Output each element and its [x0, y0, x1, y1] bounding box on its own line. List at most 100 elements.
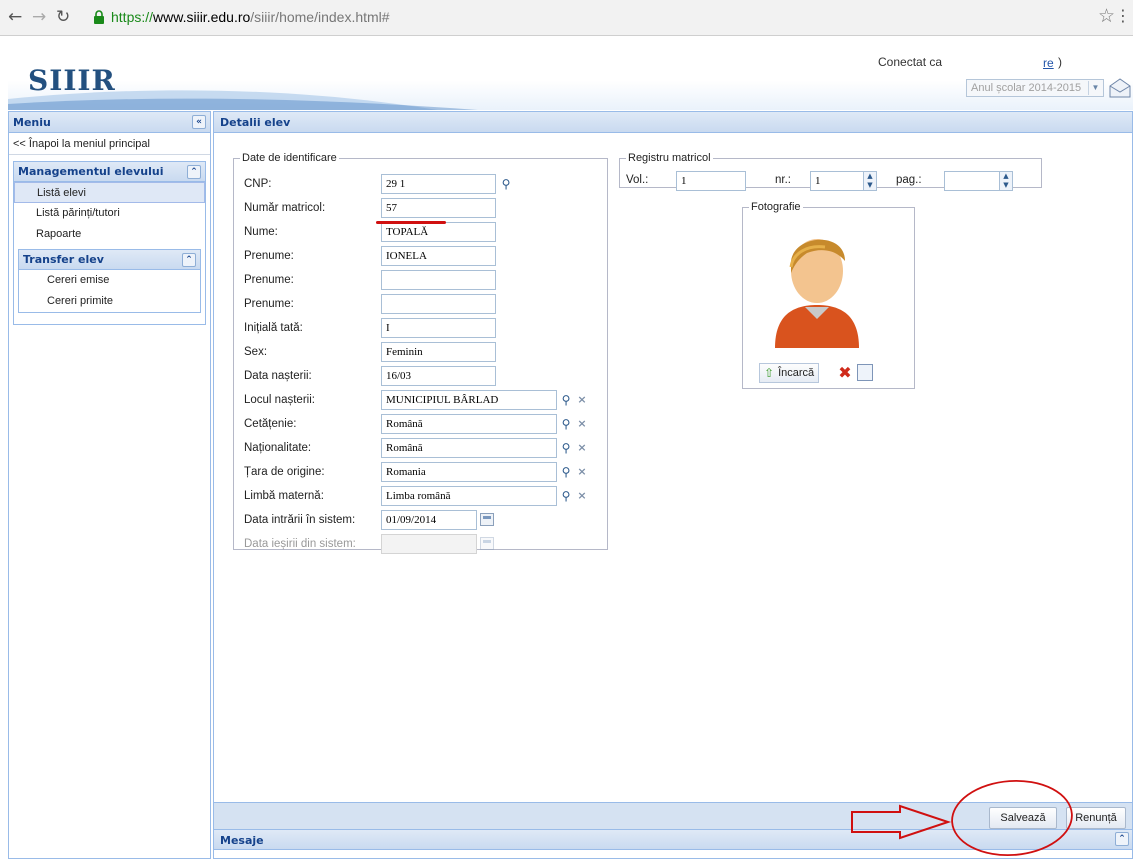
vol-input[interactable]: 1 — [676, 171, 746, 191]
field-label: Prenume: — [244, 274, 294, 286]
browser-menu-icon[interactable]: ⋮ — [1115, 6, 1131, 25]
upload-button[interactable]: ⇧ Încarcă — [759, 363, 820, 383]
search-icon[interactable]: ⚲ — [558, 462, 574, 482]
expand-up-icon[interactable]: ⌃ — [1115, 832, 1129, 846]
back-arrow-icon[interactable]: ← — [8, 7, 22, 27]
sidebar-item-rapoarte[interactable]: Rapoarte — [14, 224, 205, 245]
clear-icon[interactable]: × — [574, 414, 590, 434]
sidebar-menu: Meniu « << Înapoi la meniul principal Ma… — [8, 111, 211, 859]
field-label: Data nașterii: — [244, 370, 312, 382]
sidebar-item-lista-elevi[interactable]: Listă elevi — [14, 182, 205, 203]
collapse-left-icon[interactable]: « — [192, 115, 206, 129]
prenume-input[interactable] — [381, 294, 496, 314]
collapse-up-icon[interactable]: ⌃ — [182, 253, 196, 267]
forward-arrow-icon[interactable]: → — [32, 7, 46, 27]
tara-origine-input[interactable]: Romania — [381, 462, 557, 482]
clear-icon[interactable]: × — [574, 462, 590, 482]
details-title: Detalii elev — [214, 112, 1132, 133]
data-nasterii-input[interactable]: 16/03 — [381, 366, 496, 386]
calendar-icon[interactable] — [480, 513, 494, 526]
back-to-main-menu-link[interactable]: << Înapoi la meniul principal — [9, 133, 210, 155]
management-panel-title[interactable]: Managementul elevului ⌃ — [14, 162, 205, 182]
initiala-tata-input[interactable]: I — [381, 318, 496, 338]
user-paren: ) — [1058, 55, 1062, 69]
field-label: Data ieșirii din sistem: — [244, 538, 356, 550]
collapse-up-icon[interactable]: ⌃ — [187, 165, 201, 179]
mail-icon[interactable] — [1109, 78, 1131, 98]
clear-icon[interactable]: × — [574, 438, 590, 458]
school-year-select[interactable]: Anul școlar 2014-2015 ▼ — [966, 79, 1104, 97]
field-label: Data intrării în sistem: — [244, 514, 356, 526]
search-icon[interactable]: ⚲ — [558, 486, 574, 506]
transfer-panel: Transfer elev ⌃ Cereri emise Cereri prim… — [18, 249, 201, 313]
clear-icon[interactable]: × — [574, 390, 590, 410]
identification-fieldset: Date de identificare CNP: 29 1 ⚲ Număr m… — [233, 152, 608, 554]
nationalitate-input[interactable]: Română — [381, 438, 557, 458]
lock-icon — [92, 10, 106, 24]
limba-materna-input[interactable]: Limba română — [381, 486, 557, 506]
nr-spinner-icon[interactable]: ▲ ▼ — [863, 171, 877, 191]
app-logo: SIIIR — [28, 64, 116, 97]
search-icon[interactable]: ⚲ — [558, 414, 574, 434]
data-intrarii-input[interactable]: 01/09/2014 — [381, 510, 477, 530]
nr-label: nr.: — [775, 174, 791, 186]
search-icon[interactable]: ⚲ — [558, 390, 574, 410]
management-panel: Managementul elevului ⌃ Listă elevi List… — [13, 161, 206, 325]
student-details-panel: Detalii elev Date de identificare CNP: 2… — [213, 111, 1133, 830]
nr-input[interactable]: 1 — [810, 171, 864, 191]
field-label: Prenume: — [244, 298, 294, 310]
nume-input[interactable]: TOPALĂ — [381, 222, 496, 242]
bookmark-star-icon[interactable]: ☆ — [1098, 5, 1115, 27]
prenume-input[interactable]: IONELA — [381, 246, 496, 266]
reload-icon[interactable]: ↻ — [56, 7, 70, 27]
cetatenie-input[interactable]: Română — [381, 414, 557, 434]
upload-arrow-icon: ⇧ — [764, 366, 775, 380]
field-label: Inițială tată: — [244, 322, 303, 334]
field-label: Naționalitate: — [244, 442, 312, 454]
calendar-icon — [480, 537, 494, 550]
field-label: Prenume: — [244, 250, 294, 262]
cancel-button[interactable]: Renunță — [1066, 807, 1126, 829]
sidebar-item-lista-parinti[interactable]: Listă părinți/tutori — [14, 203, 205, 224]
address-bar[interactable]: https://www.siiir.edu.ro/siiir/home/inde… — [92, 5, 390, 29]
field-label: Locul nașterii: — [244, 394, 315, 406]
sidebar-item-cereri-primite[interactable]: Cereri primite — [19, 291, 200, 312]
field-label: Cetățenie: — [244, 418, 297, 430]
prenume-input[interactable] — [381, 270, 496, 290]
menu-title-text: Meniu — [13, 116, 51, 129]
sex-input[interactable]: Feminin — [381, 342, 496, 362]
registry-legend: Registru matricol — [628, 152, 711, 164]
pag-spinner-icon[interactable]: ▲ ▼ — [999, 171, 1013, 191]
preview-photo-icon[interactable] — [857, 364, 873, 381]
transfer-title-text: Transfer elev — [23, 253, 104, 266]
chevron-down-icon[interactable]: ▼ — [1088, 81, 1102, 95]
red-underline-annotation — [376, 221, 446, 224]
messages-title-text: Mesaje — [220, 834, 264, 847]
save-button[interactable]: Salvează — [989, 807, 1057, 829]
cnp-input[interactable]: 29 1 — [381, 174, 496, 194]
messages-title[interactable]: Mesaje ⌃ — [214, 830, 1132, 850]
url-path: /siiir/home/index.html# — [250, 9, 390, 25]
photo-legend: Fotografie — [751, 201, 801, 213]
url-host: www.siiir.edu.ro — [153, 9, 251, 25]
sidebar-item-cereri-emise[interactable]: Cereri emise — [19, 270, 200, 291]
school-year-value: Anul școlar 2014-2015 — [971, 82, 1082, 94]
field-label: Țara de origine: — [244, 466, 325, 478]
search-icon[interactable]: ⚲ — [558, 438, 574, 458]
management-title-text: Managementul elevului — [18, 165, 164, 178]
browser-toolbar: ← → ↻ https://www.siiir.edu.ro/siiir/hom… — [0, 0, 1133, 36]
url-scheme: https:// — [111, 9, 154, 25]
transfer-panel-title[interactable]: Transfer elev ⌃ — [19, 250, 200, 270]
search-icon[interactable]: ⚲ — [498, 174, 514, 194]
avatar-placeholder-icon — [775, 239, 859, 348]
locul-nasterii-input[interactable]: MUNICIPIUL BÂRLAD — [381, 390, 557, 410]
user-link[interactable]: re — [1043, 56, 1054, 70]
messages-panel: Mesaje ⌃ — [213, 829, 1133, 859]
clear-icon[interactable]: × — [574, 486, 590, 506]
data-iesirii-input — [381, 534, 477, 554]
delete-photo-icon[interactable]: ✖ — [836, 363, 854, 383]
registry-fieldset: Registru matricol Vol.: 1 nr.: 1 ▲ ▼ pag.… — [619, 152, 1042, 191]
matricol-input[interactable]: 57 — [381, 198, 496, 218]
connected-as-label: Conectat ca — [878, 55, 943, 69]
pag-input[interactable] — [944, 171, 1000, 191]
